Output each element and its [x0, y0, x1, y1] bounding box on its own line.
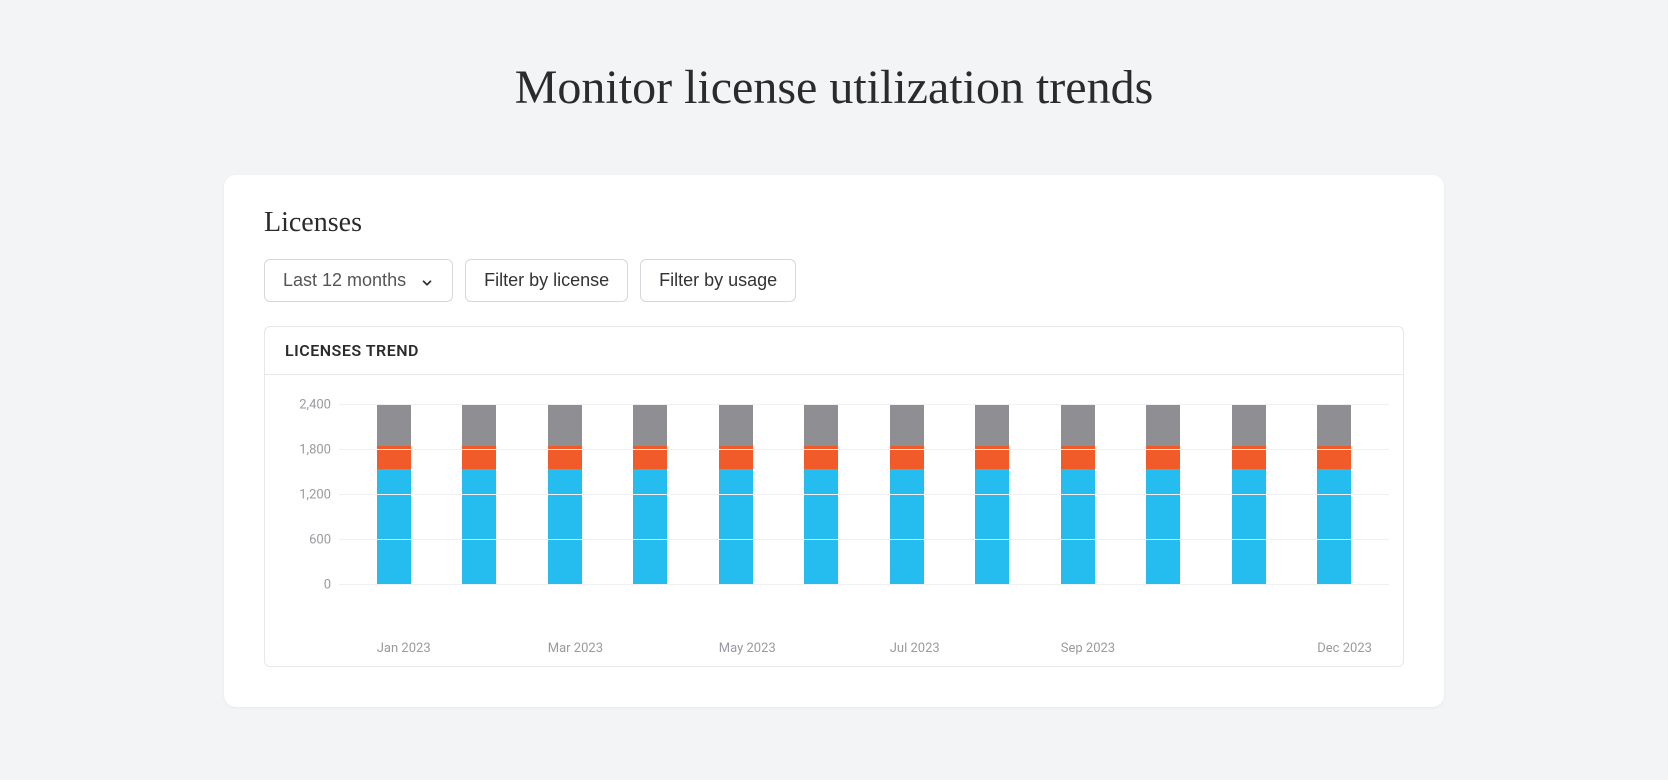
y-tick-label: 2,400 [299, 398, 331, 413]
y-tick-label: 600 [309, 533, 331, 548]
x-tick-label: Sep 2023 [1061, 641, 1095, 656]
bar-column [1317, 405, 1351, 585]
filter-by-usage-label: Filter by usage [659, 270, 777, 291]
date-range-select[interactable]: Last 12 months [264, 259, 453, 302]
licenses-trend-chart: 0 600 1,200 1,800 2,400 Jan 2023.Mar 2023.Ma… [265, 375, 1403, 666]
bar-segment-tier3 [462, 405, 496, 446]
bar-segment-tier3 [804, 405, 838, 446]
bar-segment-tier1 [1146, 469, 1180, 585]
bar-segment-tier3 [719, 405, 753, 446]
x-tick-label: Dec 2023 [1317, 641, 1351, 656]
gridline [339, 404, 1389, 405]
x-tick-label: Mar 2023 [548, 641, 582, 656]
bar-column [804, 405, 838, 585]
page-title: Monitor license utilization trends [0, 60, 1668, 115]
bar-segment-tier3 [633, 405, 667, 446]
gridline [339, 494, 1389, 495]
bar-segment-tier1 [633, 469, 667, 585]
bar-segment-tier1 [890, 469, 924, 585]
bar-column [462, 405, 496, 585]
chevron-down-icon [420, 274, 434, 288]
bar-segment-tier3 [1061, 405, 1095, 446]
y-axis: 06001,2001,8002,400 [279, 405, 339, 585]
bar-column [1146, 405, 1180, 585]
gridline [339, 449, 1389, 450]
y-tick-label: 1,800 [299, 443, 331, 458]
bar-segment-tier1 [719, 469, 753, 585]
card-title: Licenses [264, 207, 1404, 239]
bar-segment-tier3 [548, 405, 582, 446]
bar-column [975, 405, 1009, 585]
bar-segment-tier3 [377, 405, 411, 446]
bar-segment-tier3 [1317, 405, 1351, 446]
x-axis: Jan 2023.Mar 2023.May 2023.Jul 2023.Sep … [339, 625, 1389, 656]
controls-row: Last 12 months Filter by license Filter … [264, 259, 1404, 302]
date-range-label: Last 12 months [283, 270, 406, 291]
bar-column [890, 405, 924, 585]
filter-by-usage-button[interactable]: Filter by usage [640, 259, 796, 302]
gridline [339, 584, 1389, 585]
plot-area [339, 405, 1389, 585]
bar-column [377, 405, 411, 585]
bar-segment-tier3 [1232, 405, 1266, 446]
bar-column [719, 405, 753, 585]
gridline [339, 539, 1389, 540]
bar-segment-tier1 [462, 469, 496, 585]
bar-segment-tier1 [975, 469, 1009, 585]
licenses-card: Licenses Last 12 months Filter by licens… [224, 175, 1444, 707]
bar-segment-tier3 [1146, 405, 1180, 446]
bar-column [1232, 405, 1266, 585]
filter-by-license-label: Filter by license [484, 270, 609, 291]
bar-segment-tier1 [1232, 469, 1266, 585]
bar-column [548, 405, 582, 585]
x-tick-label: Jan 2023 [377, 641, 411, 656]
bar-segment-tier3 [890, 405, 924, 446]
bar-column [1061, 405, 1095, 585]
bar-segment-tier1 [377, 469, 411, 585]
y-tick-label: 1,200 [299, 488, 331, 503]
bar-segment-tier1 [804, 469, 838, 585]
bar-segment-tier1 [548, 469, 582, 585]
bar-segment-tier1 [1317, 469, 1351, 585]
filter-by-license-button[interactable]: Filter by license [465, 259, 628, 302]
bar-segment-tier3 [975, 405, 1009, 446]
x-tick-label: Jul 2023 [890, 641, 924, 656]
y-tick-label: 0 [324, 578, 331, 593]
x-tick-label: May 2023 [719, 641, 753, 656]
licenses-trend-panel: LICENSES TREND 0 600 1,200 1,800 2,400 Jan 2… [264, 326, 1404, 667]
panel-title: LICENSES TREND [265, 327, 1403, 375]
bar-column [633, 405, 667, 585]
bar-segment-tier1 [1061, 469, 1095, 585]
